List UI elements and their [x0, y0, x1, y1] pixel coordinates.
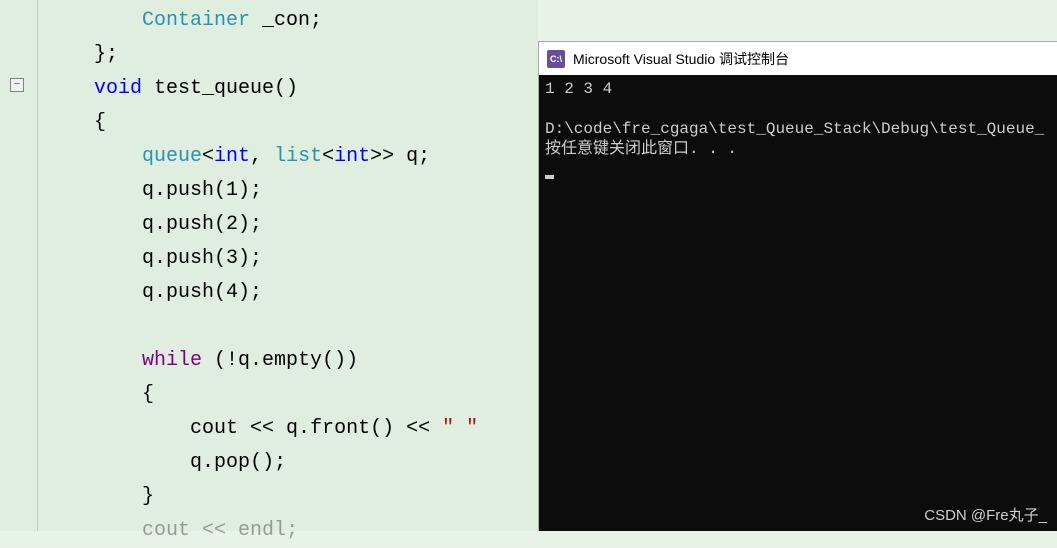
- code-line: };: [38, 38, 538, 72]
- debug-console-window[interactable]: C:\ Microsoft Visual Studio 调试控制台 1 2 3 …: [538, 41, 1057, 531]
- code-line: void test_queue(): [38, 72, 538, 106]
- code-line: {: [38, 106, 538, 140]
- code-text-area[interactable]: Container _con; }; void test_queue() { q…: [38, 0, 538, 531]
- code-line: Container _con;: [38, 4, 538, 38]
- code-line: cout << q.front() << " ": [38, 412, 538, 446]
- code-line: q.push(1);: [38, 174, 538, 208]
- code-line: {: [38, 378, 538, 412]
- code-line: cout << endl;: [38, 514, 538, 548]
- console-titlebar[interactable]: C:\ Microsoft Visual Studio 调试控制台: [539, 42, 1057, 75]
- watermark-text: CSDN @Fre丸子_: [924, 504, 1047, 525]
- console-text: 按任意键关闭此窗口. . .: [545, 140, 737, 158]
- code-line: q.push(4);: [38, 276, 538, 310]
- code-editor-pane[interactable]: − Container _con; }; void test_queue() {…: [0, 0, 538, 531]
- code-line: }: [38, 480, 538, 514]
- vs-console-icon: C:\: [547, 50, 565, 68]
- console-text: 1 2 3 4: [545, 80, 612, 98]
- code-line: q.pop();: [38, 446, 538, 480]
- code-line: q.push(2);: [38, 208, 538, 242]
- console-title: Microsoft Visual Studio 调试控制台: [573, 49, 789, 69]
- code-line: queue<int, list<int>> q;: [38, 140, 538, 174]
- fold-minus-icon[interactable]: −: [10, 78, 24, 92]
- console-cursor: [545, 175, 554, 179]
- code-line: while (!q.empty()): [38, 344, 538, 378]
- code-line: q.push(3);: [38, 242, 538, 276]
- console-output[interactable]: 1 2 3 4 D:\code\fre_cgaga\test_Queue_Sta…: [539, 75, 1057, 531]
- code-line: [38, 310, 538, 344]
- console-text: D:\code\fre_cgaga\test_Queue_Stack\Debug…: [545, 120, 1044, 138]
- editor-gutter: −: [0, 0, 38, 531]
